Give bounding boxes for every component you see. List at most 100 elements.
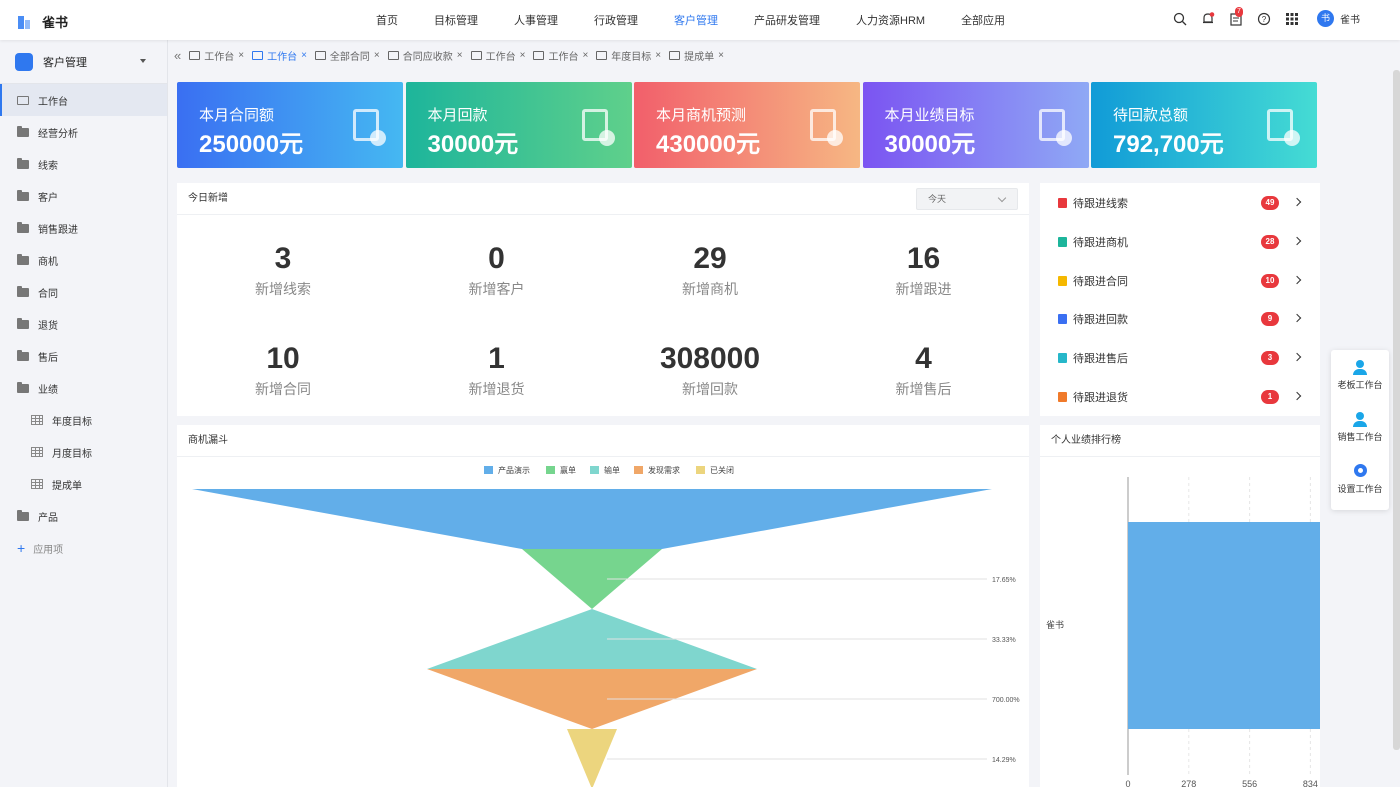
sidebar-item-12[interactable]: 提成单 [0, 468, 167, 500]
workspace-label: 设置工作台 [1337, 484, 1383, 494]
summary-card-2[interactable]: 本月商机预测 430000元 [634, 82, 860, 168]
nav-item-4[interactable]: 客户管理 [674, 12, 718, 28]
sidebar-item-2[interactable]: 线索 [0, 148, 167, 180]
nav-item-2[interactable]: 人事管理 [514, 12, 558, 28]
ranking-chart: 02785568341112雀书 [1046, 477, 1320, 787]
search-icon[interactable] [1173, 12, 1187, 26]
sidebar-item-3[interactable]: 客户 [0, 180, 167, 212]
ratio-label: 14.29% [992, 757, 1016, 764]
tab-5[interactable]: 工作台 × [533, 48, 588, 63]
sidebar-item-1[interactable]: 经营分析 [0, 116, 167, 148]
workspace-button-1[interactable]: 销售工作台 [1331, 412, 1389, 443]
summary-card-1[interactable]: 本月回款 30000元 [405, 82, 632, 168]
stat-2[interactable]: 29 新增商机 [603, 242, 817, 299]
sidebar-item-13[interactable]: 产品 [0, 500, 167, 532]
nav-item-1[interactable]: 目标管理 [434, 12, 478, 28]
sidebar-item-4[interactable]: 销售跟进 [0, 212, 167, 244]
funnel-title: 商机漏斗 [177, 425, 1029, 457]
stat-3[interactable]: 16 新增跟进 [817, 242, 1031, 299]
summary-card-0[interactable]: 本月合同额 250000元 [177, 82, 403, 168]
bell-icon[interactable] [1201, 11, 1215, 26]
user-name[interactable]: 雀书 [1340, 11, 1360, 26]
tab-0[interactable]: 工作台 × [189, 48, 244, 63]
nav-item-7[interactable]: 全部应用 [961, 12, 1005, 28]
sidebar-item-7[interactable]: 退货 [0, 308, 167, 340]
legend-label: 产品演示 [498, 465, 530, 475]
follow-item-5[interactable]: 待跟进退货 1 [1058, 387, 1308, 407]
stat-7[interactable]: 4 新增售后 [817, 342, 1031, 399]
app-logo[interactable]: 雀书 [16, 12, 68, 31]
collapse-tabs-icon[interactable]: « [174, 48, 181, 63]
sidebar-app-switcher[interactable]: 客户管理 [0, 40, 167, 84]
stat-4[interactable]: 10 新增合同 [176, 342, 390, 399]
today-title: 今日新增 [177, 183, 1029, 215]
sidebar-item-label: 售后 [38, 352, 58, 364]
close-icon[interactable]: × [582, 50, 588, 61]
nav-item-6[interactable]: 人力资源HRM [856, 12, 925, 28]
nav-item-0[interactable]: 首页 [376, 12, 398, 28]
sidebar-item-0[interactable]: 工作台 [0, 84, 167, 116]
tab-page-icon [387, 50, 399, 60]
funnel-segment-4[interactable] [567, 729, 617, 787]
tab-1[interactable]: 工作台 × [252, 48, 307, 63]
close-icon[interactable]: × [238, 50, 244, 61]
document-clock-icon [353, 109, 386, 146]
close-icon[interactable]: × [718, 50, 724, 61]
close-icon[interactable]: × [301, 50, 307, 61]
sidebar-item-5[interactable]: 商机 [0, 244, 167, 276]
help-icon[interactable]: ? [1257, 12, 1271, 26]
sidebar-item-11[interactable]: 月度目标 [0, 436, 167, 468]
stat-0[interactable]: 3 新增线索 [176, 242, 390, 299]
ranking-panel: 个人业绩排行榜 02785568341112雀书 [1040, 425, 1320, 787]
summary-card-3[interactable]: 本月业绩目标 30000元 [862, 82, 1089, 168]
app-name: 雀书 [42, 15, 69, 30]
follow-label: 待跟进退货 [1073, 392, 1128, 404]
period-select[interactable]: 今天 [916, 188, 1018, 210]
tab-2[interactable]: 全部合同 × [314, 48, 380, 63]
message-icon[interactable]: 7 [1229, 6, 1243, 26]
tab-4[interactable]: 工作台 × [470, 48, 526, 63]
stat-label: 新增客户 [468, 281, 525, 297]
follow-item-0[interactable]: 待跟进线索 49 [1058, 193, 1308, 213]
task-icon [1058, 314, 1067, 325]
sidebar-item-label: 工作台 [38, 96, 68, 108]
stat-label: 新增线索 [255, 281, 311, 297]
follow-item-4[interactable]: 待跟进售后 3 [1058, 348, 1308, 368]
ranking-bar[interactable] [1128, 522, 1320, 729]
apps-grid-icon[interactable] [1285, 12, 1299, 26]
page-scrollbar[interactable] [1393, 70, 1400, 750]
avatar[interactable]: 书 [1317, 10, 1334, 27]
follow-label: 待跟进售后 [1073, 353, 1128, 366]
close-icon[interactable]: × [520, 50, 526, 61]
follow-item-3[interactable]: 待跟进回款 9 [1058, 309, 1308, 329]
legend-swatch [484, 466, 493, 474]
sidebar-item-9[interactable]: 业绩 [0, 372, 167, 404]
stat-1[interactable]: 0 新增客户 [390, 242, 604, 299]
sidebar-item-label: 合同 [38, 288, 58, 300]
sidebar-item-8[interactable]: 售后 [0, 340, 167, 372]
nav-item-5[interactable]: 产品研发管理 [754, 12, 820, 28]
folder-icon [17, 253, 29, 265]
workspace-button-0[interactable]: 老板工作台 [1331, 360, 1389, 391]
funnel-segment-0[interactable] [192, 489, 992, 549]
close-icon[interactable]: × [655, 50, 661, 61]
tab-6[interactable]: 年度目标 × [596, 48, 661, 63]
tab-7[interactable]: 提成单 × [669, 48, 724, 63]
sidebar-item-10[interactable]: 年度目标 [0, 404, 167, 436]
sidebar-item-6[interactable]: 合同 [0, 276, 167, 308]
stat-6[interactable]: 308000 新增回款 [603, 342, 817, 399]
workspace-button-2[interactable]: 设置工作台 [1331, 464, 1389, 495]
add-app-item-button[interactable]: + 应用项 [0, 532, 167, 564]
follow-item-2[interactable]: 待跟进合同 10 [1058, 271, 1308, 291]
tab-3[interactable]: 合同应收款 × [387, 48, 463, 63]
nav-item-3[interactable]: 行政管理 [594, 12, 638, 28]
follow-item-1[interactable]: 待跟进商机 28 [1058, 232, 1308, 252]
stat-5[interactable]: 1 新增退货 [390, 342, 604, 399]
user-icon [1353, 412, 1367, 427]
close-icon[interactable]: × [457, 50, 463, 61]
folder-icon [17, 157, 29, 169]
chevron-right-icon [1292, 352, 1302, 362]
tab-page-icon [533, 50, 545, 60]
close-icon[interactable]: × [374, 50, 380, 61]
summary-card-4[interactable]: 待回款总额 792,700元 [1091, 82, 1317, 168]
